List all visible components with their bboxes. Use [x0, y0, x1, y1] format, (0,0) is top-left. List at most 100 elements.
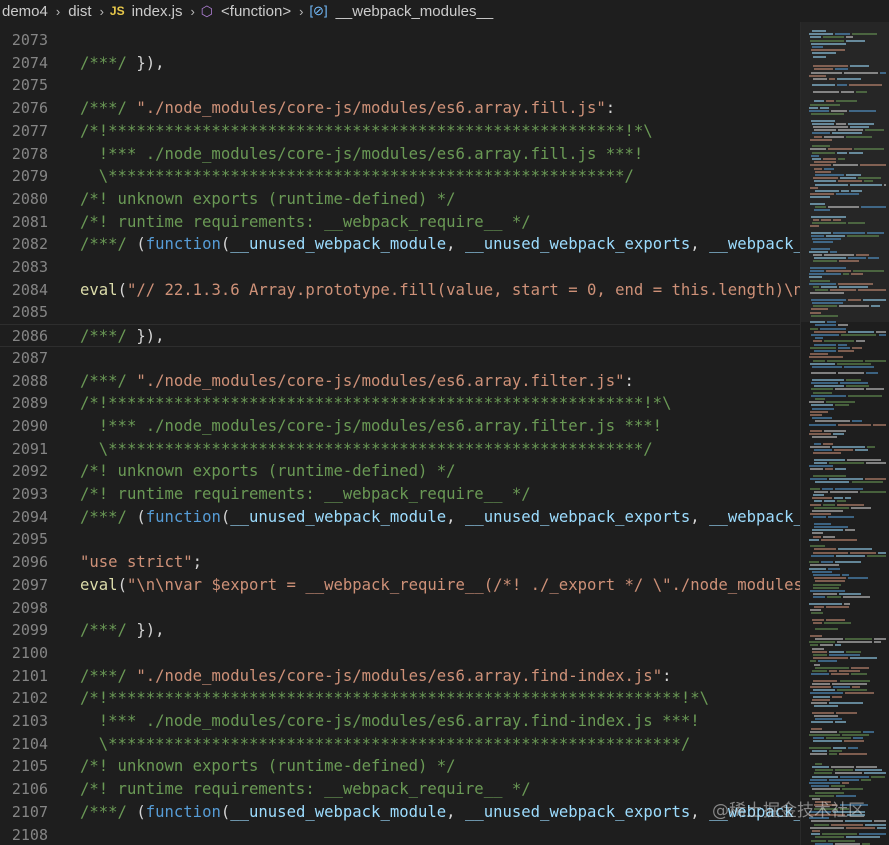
watermark: @稀土掘金技术社区 [712, 801, 865, 821]
breadcrumb-symbol[interactable]: __webpack_modules__ [334, 3, 496, 20]
code-line[interactable]: 2077 /*!*********************************… [0, 120, 800, 143]
code-line[interactable]: 2096 "use strict"; [0, 551, 800, 574]
code-line[interactable]: 2074 /***/ }), [0, 52, 800, 75]
line-number: 2075 [11, 76, 48, 95]
minimap-line [851, 33, 878, 36]
minimap-line [814, 174, 845, 176]
minimap-line [841, 90, 854, 93]
minimap-line [814, 638, 844, 640]
minimap-line [813, 241, 833, 244]
line-number: 2088 [11, 371, 48, 390]
code-line[interactable]: 2097 eval("\n\nvar $export = __webpack_re… [0, 574, 800, 597]
line-number: 2086 [11, 327, 48, 346]
code-text: /***/ }), [80, 619, 165, 642]
minimap-line [813, 90, 840, 93]
line-number: 2102 [11, 689, 48, 708]
minimap-line [814, 458, 845, 461]
minimap-line [830, 766, 855, 768]
minimap-line [841, 782, 850, 784]
code-token: /*! runtime requirements: __webpack_requ… [80, 212, 531, 231]
minimap-line [834, 721, 847, 724]
code-line[interactable]: 2104 \**********************************… [0, 733, 800, 756]
code-line[interactable]: 2094/***/ (function(__unused_webpack_mod… [0, 506, 800, 529]
code-line[interactable]: 2086 /***/ }), [0, 324, 800, 347]
minimap-line [809, 782, 840, 784]
code-line[interactable]: 2087 [0, 347, 800, 370]
minimap-line [884, 183, 886, 186]
minimap-line [844, 497, 852, 500]
minimap-line [809, 602, 842, 605]
line-number: 2080 [11, 189, 48, 208]
minimap-line [823, 535, 835, 538]
minimap-line [847, 234, 880, 237]
minimap-line [852, 270, 884, 272]
code-line[interactable]: 2079 \**********************************… [0, 165, 800, 188]
code-line[interactable]: 2083 [0, 256, 800, 279]
code-line[interactable]: 2082/***/ (function(__unused_webpack_mod… [0, 233, 800, 256]
code-text: /***/ "./node_modules/core-js/modules/es… [80, 370, 634, 393]
minimap[interactable] [800, 22, 889, 845]
minimap-line [845, 638, 872, 640]
minimap-line [846, 826, 876, 829]
minimap-line [811, 49, 845, 52]
minimap-line [809, 250, 829, 253]
breadcrumb-function[interactable]: <function> [219, 3, 293, 20]
code-line[interactable]: 2084 eval("// 22.1.3.6 Array.prototype.fi… [0, 279, 800, 302]
breadcrumb-file[interactable]: index.js [130, 3, 185, 20]
code-line[interactable]: 2093 /*! runtime requirements: __webpack_… [0, 483, 800, 506]
code-line[interactable]: 2103 !*** ./node_modules/core-js/modules… [0, 710, 800, 733]
minimap-line [812, 711, 834, 714]
minimap-line [814, 718, 842, 720]
code-line[interactable]: 2098 [0, 597, 800, 620]
code-line[interactable]: 2080 /*! unknown exports (runtime-defined… [0, 188, 800, 211]
minimap-line [880, 71, 886, 74]
code-line[interactable]: 2081 /*! runtime requirements: __webpack_… [0, 211, 800, 234]
minimap-line [811, 314, 838, 317]
code-line[interactable]: 2078 !*** ./node_modules/core-js/modules… [0, 143, 800, 166]
minimap-line [875, 330, 886, 333]
code-line[interactable]: 2085 [0, 301, 800, 324]
code-editor[interactable]: 2073 2074 /***/ }), 2075 2076 /***/ "./node_m… [0, 22, 800, 845]
code-token: ( [136, 235, 146, 254]
code-line[interactable]: 2090 !*** ./node_modules/core-js/modules… [0, 415, 800, 438]
code-text: /***/ "./node_modules/core-js/modules/es… [80, 97, 615, 120]
code-line[interactable]: 2095 [0, 528, 800, 551]
code-line[interactable]: 2102 /*!*********************************… [0, 687, 800, 710]
code-line[interactable]: 2073 [0, 29, 800, 52]
minimap-line [833, 433, 844, 436]
code-line[interactable]: 2107/***/ (function(__unused_webpack_mod… [0, 801, 800, 824]
minimap-line [823, 135, 844, 138]
code-line[interactable]: 2075 [0, 74, 800, 97]
code-line[interactable]: 2092 /*! unknown exports (runtime-defined… [0, 460, 800, 483]
code-line[interactable]: 2108 [0, 824, 800, 845]
code-line[interactable]: 2091 \**********************************… [0, 438, 800, 461]
code-line[interactable]: 2106 /*! runtime requirements: __webpack_… [0, 778, 800, 801]
code-line[interactable]: 2089 /*!*********************************… [0, 392, 800, 415]
minimap-line [864, 359, 886, 362]
code-token: ( [220, 507, 231, 526]
minimap-line [810, 36, 822, 39]
code-line[interactable]: 2101 /***/ "./node_modules/core-js/module… [0, 665, 800, 688]
line-number: 2084 [11, 280, 48, 299]
code-line[interactable]: 2105 /*! unknown exports (runtime-defined… [0, 755, 800, 778]
minimap-line [809, 423, 836, 426]
code-line[interactable]: 2076 /***/ "./node_modules/core-js/module… [0, 97, 800, 120]
breadcrumb-folder-demo4[interactable]: demo4 [0, 3, 50, 20]
code-line[interactable]: 2100 [0, 642, 800, 665]
minimap-line [837, 423, 872, 426]
code-line[interactable]: 2099 /***/ }), [0, 619, 800, 642]
code-token: }), [136, 327, 165, 346]
minimap-line [811, 570, 832, 573]
minimap-line [810, 503, 821, 506]
minimap-line [829, 654, 861, 656]
minimap-line [843, 602, 851, 605]
minimap-line [848, 577, 869, 580]
minimap-line [832, 446, 865, 448]
code-text: /***/ }), [80, 325, 165, 348]
line-number: 2090 [11, 416, 48, 435]
breadcrumb-folder-dist[interactable]: dist [66, 3, 93, 20]
minimap-line [844, 366, 874, 368]
minimap-line [809, 273, 842, 276]
code-line[interactable]: 2088 /***/ "./node_modules/core-js/module… [0, 370, 800, 393]
minimap-line [810, 721, 833, 724]
